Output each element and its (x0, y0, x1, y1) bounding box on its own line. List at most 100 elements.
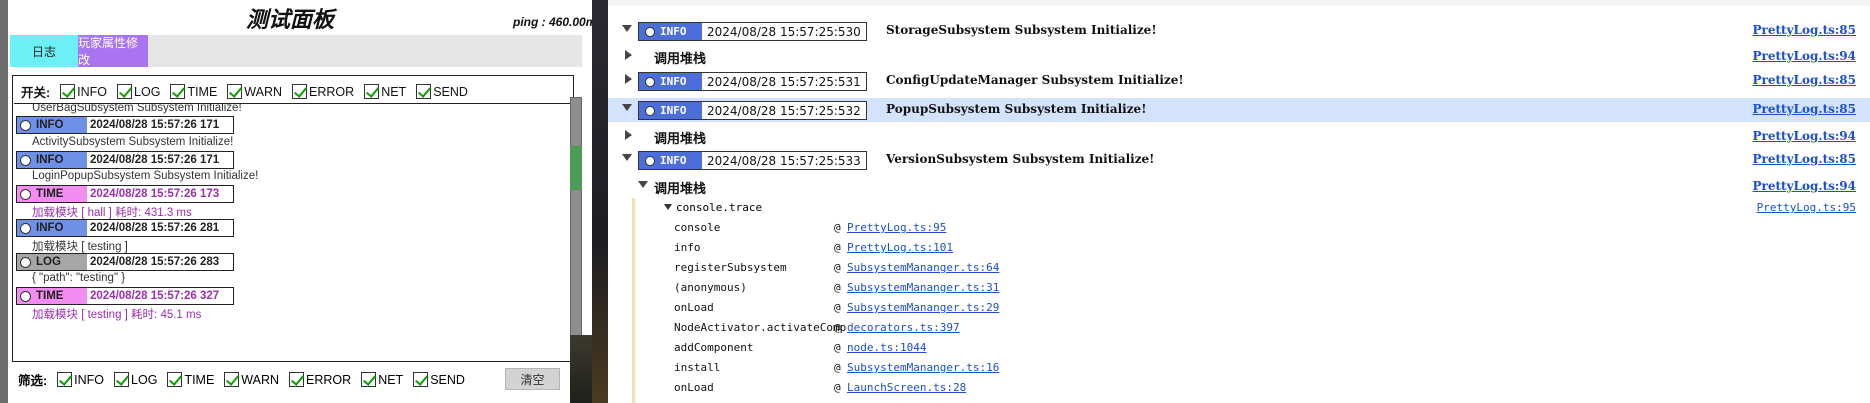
frame-link[interactable]: SubsystemMananger.ts:64 (847, 261, 999, 274)
console-entry-selected[interactable]: INFO 2024/08/28 15:57:25:532 PopupSubsyste… (608, 98, 1870, 122)
switch-time[interactable]: TIME (170, 84, 217, 99)
filter-warn[interactable]: WARN (224, 372, 279, 387)
checkbox-icon[interactable] (413, 372, 429, 387)
stack-frame: NodeActivator.activateComp @ decorators.ts… (608, 318, 1870, 338)
source-link[interactable]: PrettyLog.ts:85 (1753, 23, 1856, 37)
expand-arrow-icon[interactable] (664, 204, 672, 210)
filter-net-label: NET (378, 372, 404, 387)
frame-link[interactable]: node.ts:1044 (847, 341, 926, 354)
source-link[interactable]: PrettyLog.ts:85 (1753, 152, 1856, 166)
expand-arrow-icon[interactable] (622, 25, 632, 32)
frame-function: NodeActivator.activateComp (674, 321, 847, 334)
stack-group[interactable]: 调用堆栈 PrettyLog.ts:94 (608, 45, 1870, 69)
log-message: 加载模块 [ testing ] (32, 241, 128, 253)
frame-link[interactable]: PrettyLog.ts:95 (847, 221, 946, 234)
filter-log[interactable]: LOG (114, 372, 157, 387)
source-link[interactable]: PrettyLog.ts:85 (1753, 102, 1856, 116)
checkbox-icon[interactable] (60, 84, 76, 99)
entry-message: ConfigUpdateManager Subsystem Initialize… (886, 73, 1184, 87)
log-scrollbar[interactable] (570, 97, 582, 337)
filter-info-label: INFO (74, 372, 105, 387)
log-message: 加载模块 [ testing ] 耗时: 45.1 ms (32, 309, 202, 321)
log-header-info: INFO 2024/08/28 15:57:26 281 (16, 219, 234, 237)
trace-header[interactable]: console.trace PrettyLog.ts:95 (608, 198, 1870, 218)
frame-link[interactable]: SubsystemMananger.ts:16 (847, 361, 999, 374)
frame-link[interactable]: SubsystemMananger.ts:31 (847, 281, 999, 294)
game-background (570, 335, 592, 403)
tab-log[interactable]: 日志 (10, 35, 78, 67)
info-icon (645, 76, 655, 87)
frame-link[interactable]: SubsystemMananger.ts:29 (847, 301, 999, 314)
console-entry[interactable]: INFO 2024/08/28 15:57:25:530 StorageSubsys… (608, 19, 1870, 43)
level-text: INFO (660, 154, 687, 167)
checkbox-icon[interactable] (114, 372, 130, 387)
checkbox-icon[interactable] (292, 84, 308, 99)
filter-row: 筛选: INFO LOG TIME WARN ERROR NET SEND (18, 370, 475, 389)
info-icon (20, 119, 31, 131)
log-timestamp: 2024/08/28 15:57:26 283 (90, 256, 220, 268)
filter-time-label: TIME (184, 372, 215, 387)
expand-arrow-icon[interactable] (622, 104, 632, 111)
switch-warn[interactable]: WARN (227, 84, 282, 99)
collapsed-arrow-icon[interactable] (625, 130, 632, 140)
filter-info[interactable]: INFO (57, 372, 104, 387)
collapsed-arrow-icon[interactable] (625, 74, 632, 84)
stack-group[interactable]: 调用堆栈 PrettyLog.ts:94 (608, 125, 1870, 149)
source-link[interactable]: PrettyLog.ts:94 (1753, 179, 1856, 193)
console-entry[interactable]: INFO 2024/08/28 15:57:25:531 ConfigUpdateM… (608, 69, 1870, 93)
log-level: LOG (36, 256, 61, 268)
frame-link[interactable]: PrettyLog.ts:101 (847, 241, 953, 254)
log-scrollbar-thumb[interactable] (570, 146, 582, 190)
checkbox-icon[interactable] (364, 84, 380, 99)
checkbox-icon[interactable] (57, 372, 73, 387)
frame-function: registerSubsystem (674, 261, 787, 274)
frame-function: info (674, 241, 701, 254)
switch-error-label: ERROR (309, 84, 355, 99)
checkbox-icon[interactable] (416, 84, 432, 99)
entry-timestamp: 2024/08/28 15:57:25:533 (702, 152, 866, 169)
checkbox-icon[interactable] (117, 84, 133, 99)
frame-function: console (674, 221, 721, 234)
log-level: TIME (36, 188, 64, 200)
collapsed-arrow-icon[interactable] (625, 50, 632, 60)
console-entry[interactable]: INFO 2024/08/28 15:57:25:533 VersionSubsys… (608, 148, 1870, 172)
source-link[interactable]: PrettyLog.ts:94 (1753, 49, 1856, 63)
switch-net[interactable]: NET (364, 84, 406, 99)
filter-send[interactable]: SEND (413, 372, 465, 387)
switch-error[interactable]: ERROR (292, 84, 354, 99)
checkbox-icon[interactable] (224, 372, 240, 387)
log-frame: 开关: INFO LOG TIME WARN ERROR NET SEND Us… (12, 75, 574, 362)
frame-link[interactable]: LaunchScreen.ts:28 (847, 381, 966, 394)
filter-time[interactable]: TIME (167, 372, 214, 387)
stack-frame: info @ PrettyLog.ts:101 (608, 238, 1870, 258)
stack-frame: registerSubsystem @ SubsystemMananger.ts:6… (608, 258, 1870, 278)
switch-send[interactable]: SEND (416, 84, 468, 99)
checkbox-icon[interactable] (167, 372, 183, 387)
switch-send-label: SEND (433, 84, 468, 99)
entry-timestamp: 2024/08/28 15:57:25:532 (702, 102, 866, 119)
left-background-strip (0, 0, 8, 403)
tab-player-props[interactable]: 玩家属性修改 (78, 35, 148, 67)
expand-arrow-icon[interactable] (638, 181, 648, 188)
filter-net[interactable]: NET (361, 372, 403, 387)
source-link[interactable]: PrettyLog.ts:94 (1753, 129, 1856, 143)
checkbox-icon[interactable] (361, 372, 377, 387)
ping-readout: ping : 460.00ms (513, 15, 604, 29)
switch-net-label: NET (381, 84, 407, 99)
frame-link[interactable]: decorators.ts:397 (847, 321, 960, 334)
source-link[interactable]: PrettyLog.ts:95 (1757, 201, 1856, 214)
source-link[interactable]: PrettyLog.ts:85 (1753, 73, 1856, 87)
level-text: INFO (660, 104, 687, 117)
log-list[interactable]: UserBagSubsystem Subsystem Initialize! I… (14, 103, 572, 361)
checkbox-icon[interactable] (170, 84, 186, 99)
checkbox-icon[interactable] (227, 84, 243, 99)
switch-info[interactable]: INFO (60, 84, 107, 99)
switch-log[interactable]: LOG (117, 84, 160, 99)
clear-button[interactable]: 清空 (505, 368, 560, 390)
switch-log-label: LOG (134, 84, 161, 99)
expand-arrow-icon[interactable] (622, 154, 632, 161)
info-icon (20, 222, 31, 234)
stack-group-expanded[interactable]: 调用堆栈 PrettyLog.ts:94 (608, 175, 1870, 199)
filter-error[interactable]: ERROR (289, 372, 351, 387)
checkbox-icon[interactable] (289, 372, 305, 387)
